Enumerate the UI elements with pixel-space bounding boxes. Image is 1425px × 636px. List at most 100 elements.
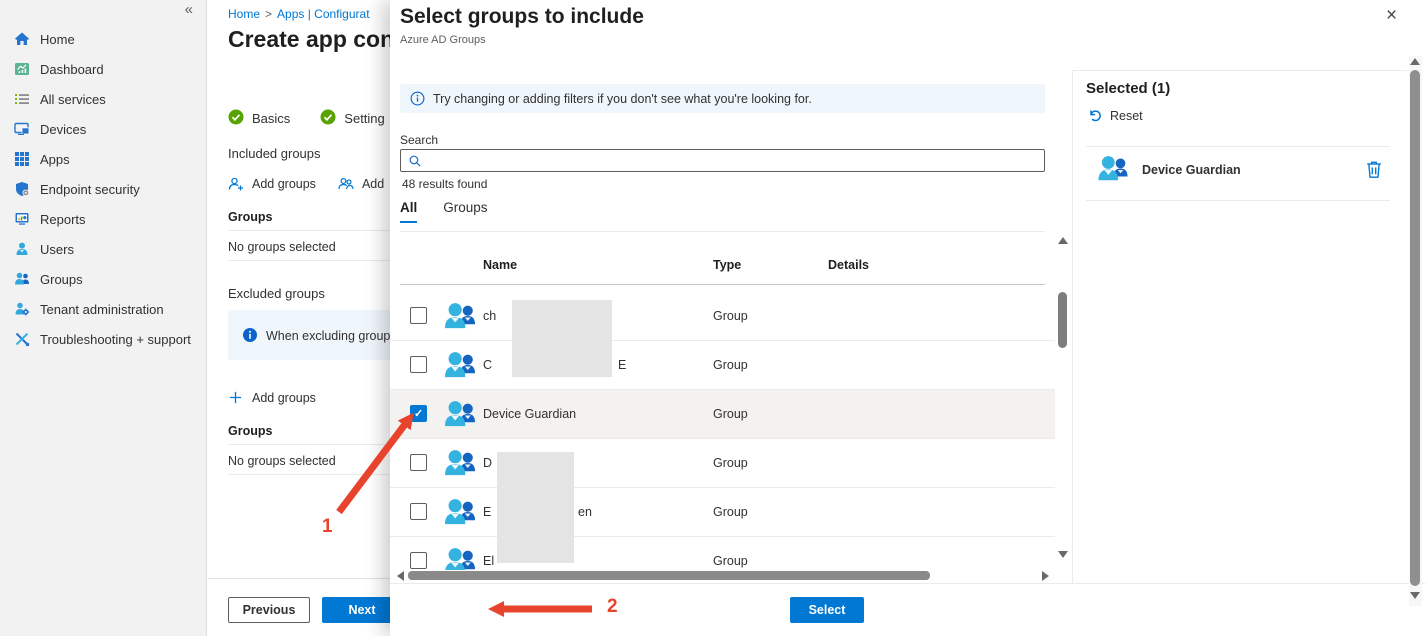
tab-groups[interactable]: Groups [443,200,487,223]
sidebar-item-label: All services [40,92,106,107]
row-checkbox[interactable] [410,454,427,471]
wizard-steps: Basics Setting [228,109,385,128]
tenant-admin-icon [14,301,30,317]
horizontal-scrollbar-thumb[interactable] [408,571,930,580]
previous-button[interactable]: Previous [228,597,310,623]
scroll-up-arrow[interactable] [1058,237,1068,244]
groups-table: chGroupCGroupDevice GuardianGroupDGroupE… [390,292,1055,570]
sidebar-item-label: Endpoint security [40,182,140,197]
sidebar-nav: Home Dashboard All services Devices Apps Endp… [0,24,206,354]
sidebar-item-tenant-administration[interactable]: Tenant administration [0,294,206,324]
search-label: Search [400,133,438,147]
sidebar-item-apps[interactable]: Apps [0,144,206,174]
column-details: Details [828,258,869,272]
sidebar-item-users[interactable]: Users [0,234,206,264]
users-icon [14,241,30,257]
scroll-left-arrow[interactable] [397,571,404,581]
row-checkbox[interactable] [410,552,427,569]
assign-links-row: Add groups Add [228,176,384,192]
sidebar-item-groups[interactable]: Groups [0,264,206,294]
group-icon [1096,154,1130,184]
group-type: Group [713,505,748,519]
sidebar-item-devices[interactable]: Devices [0,114,206,144]
info-outline-icon [410,91,425,106]
panel-scrollbar-thumb[interactable] [1410,70,1420,586]
sidebar-item-endpoint-security[interactable]: Endpoint security [0,174,206,204]
group-name: C [483,358,492,372]
reset-button[interactable]: Reset [1088,108,1143,123]
panel-scroll-up-arrow[interactable] [1410,58,1420,65]
sidebar-item-dashboard[interactable]: Dashboard [0,54,206,84]
group-icon [442,350,478,381]
sidebar-item-label: Troubleshooting + support [40,332,191,347]
redaction-box [512,300,612,377]
home-icon [14,31,30,47]
row-checkbox[interactable] [410,503,427,520]
sidebar-item-label: Home [40,32,75,47]
sidebar-item-label: Devices [40,122,86,137]
selected-heading: Selected (1) [1086,80,1170,97]
panel-scroll-down-arrow[interactable] [1410,592,1420,599]
row-checkbox[interactable] [410,405,427,422]
group-row[interactable]: ElGroup [390,537,1055,570]
devices-icon [14,121,30,137]
row-checkbox[interactable] [410,307,427,324]
annotation-label-1: 1 [322,516,333,538]
check-circle-icon [320,109,336,128]
undo-icon [1088,108,1103,123]
sidebar-item-home[interactable]: Home [0,24,206,54]
endpoint-security-icon [14,181,30,197]
sidebar-item-label: Reports [40,212,86,227]
group-name: ch [483,309,496,323]
search-input[interactable] [422,149,1044,172]
add-more-link[interactable]: Add [362,177,384,191]
results-count: 48 results found [402,177,487,191]
group-row[interactable]: chGroup [390,292,1055,341]
group-name: El [483,554,494,568]
select-button[interactable]: Select [790,597,864,623]
sidebar-collapse-button[interactable]: « [185,1,193,18]
group-name-suffix: en [578,505,592,519]
group-row[interactable]: Device GuardianGroup [390,390,1055,439]
add-groups-link[interactable]: Add groups [252,177,316,191]
group-icon [442,546,478,570]
groups-icon [14,271,30,287]
result-tabs: All Groups [400,200,488,223]
people-add-icon [338,176,354,192]
scroll-down-arrow[interactable] [1058,551,1068,558]
wizard-step-2[interactable]: Setting [320,109,384,128]
exclude-info-text: When excluding group [266,329,390,343]
group-name-suffix: E [618,358,626,372]
screen: « Home Dashboard All services Devices Apps En… [0,0,1425,636]
list-horizontal-scrollbar [390,570,1055,582]
annotation-label-2: 2 [607,596,618,618]
breadcrumb-link[interactable]: Apps | Configurat [277,7,370,21]
wizard-step-1[interactable]: Basics [228,109,290,128]
trash-icon[interactable] [1366,160,1382,178]
person-add-icon [228,176,244,192]
page-title: Create app con [228,26,394,53]
sidebar-item-all-services[interactable]: All services [0,84,206,114]
group-type: Group [713,407,748,421]
excluded-groups-heading: Excluded groups [228,286,325,301]
sidebar-item-reports[interactable]: Reports [0,204,206,234]
included-groups-heading: Included groups [228,146,321,161]
excluded-add-groups-link[interactable]: Add groups [228,390,316,405]
close-icon[interactable]: × [1386,6,1397,25]
search-box [400,149,1045,172]
info-icon [242,327,258,343]
group-row[interactable]: CGroup [390,341,1055,390]
tab-all[interactable]: All [400,200,417,223]
group-icon [442,497,478,528]
group-row[interactable]: EGroup [390,488,1055,537]
wizard-step-label: Basics [252,111,290,126]
sidebar-item-label: Groups [40,272,83,287]
sidebar-item-label: Users [40,242,74,257]
list-scrollbar-thumb[interactable] [1058,292,1067,348]
group-icon [442,399,478,430]
row-checkbox[interactable] [410,356,427,373]
group-row[interactable]: DGroup [390,439,1055,488]
scroll-right-arrow[interactable] [1042,571,1049,581]
sidebar-item-troubleshooting-support[interactable]: Troubleshooting + support [0,324,206,354]
breadcrumb-link[interactable]: Home [228,7,260,21]
